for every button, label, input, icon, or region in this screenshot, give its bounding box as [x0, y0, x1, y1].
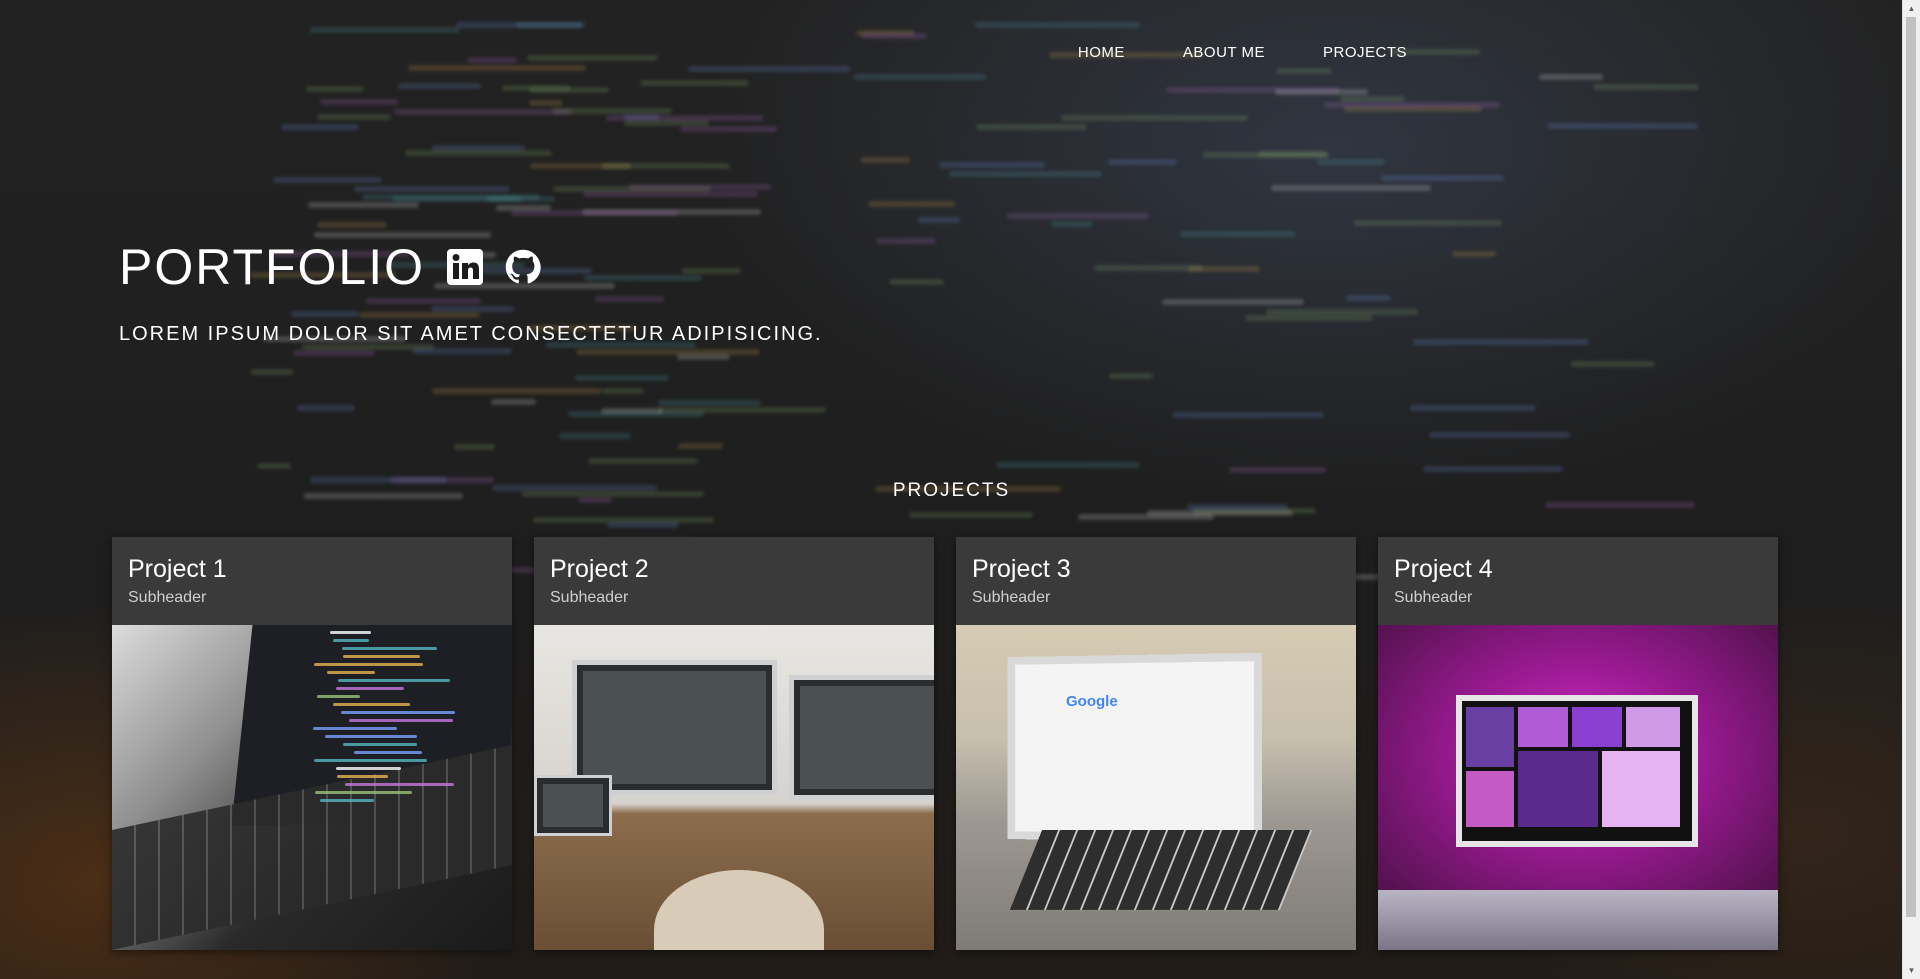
card-title: Project 3: [972, 555, 1071, 583]
nav-about-me[interactable]: ABOUT ME: [1183, 44, 1265, 61]
card-subheader: Subheader: [128, 589, 207, 606]
scrollbar-thumb[interactable]: [1906, 17, 1916, 917]
project-card-2[interactable]: Project 2 Subheader: [534, 537, 934, 950]
card-title: Project 1: [128, 555, 227, 583]
card-subheader: Subheader: [972, 589, 1051, 606]
scrollbar[interactable]: ▲ ▼: [1902, 0, 1920, 979]
linkedin-icon[interactable]: [447, 249, 484, 285]
hero-title-row: PORTFOLIO: [119, 238, 541, 296]
card-header: Project 4 Subheader: [1378, 537, 1778, 625]
project-cards: Project 1 Subheader Project 2 Subheader …: [112, 537, 1778, 950]
card-subheader: Subheader: [1394, 589, 1473, 606]
projects-heading: PROJECTS: [892, 480, 1011, 501]
desk-monitors-photo: [534, 625, 934, 950]
github-icon[interactable]: [505, 249, 541, 285]
card-header: Project 1 Subheader: [112, 537, 512, 625]
main-nav: HOME ABOUT ME PROJECTS: [1078, 44, 1407, 61]
scroll-down-icon[interactable]: ▼: [1903, 962, 1920, 979]
scroll-up-icon[interactable]: ▲: [1903, 0, 1920, 17]
nav-projects[interactable]: PROJECTS: [1323, 44, 1407, 61]
pink-desk-photo: [1378, 625, 1778, 950]
card-header: Project 3 Subheader: [956, 537, 1356, 625]
laptop-google-photo: Google: [956, 625, 1356, 950]
card-subheader: Subheader: [550, 589, 629, 606]
project-card-4[interactable]: Project 4 Subheader: [1378, 537, 1778, 950]
page-title: PORTFOLIO: [119, 239, 426, 295]
card-header: Project 2 Subheader: [534, 537, 934, 625]
project-card-3[interactable]: Project 3 Subheader Google: [956, 537, 1356, 950]
hero-subtitle: LOREM IPSUM DOLOR SIT AMET CONSECTETUR A…: [119, 323, 823, 345]
project-card-1[interactable]: Project 1 Subheader: [112, 537, 512, 950]
laptop-code-photo: [112, 625, 512, 950]
nav-home[interactable]: HOME: [1078, 44, 1125, 61]
card-title: Project 4: [1394, 555, 1493, 583]
card-title: Project 2: [550, 555, 649, 583]
google-logo: Google: [1066, 693, 1118, 710]
